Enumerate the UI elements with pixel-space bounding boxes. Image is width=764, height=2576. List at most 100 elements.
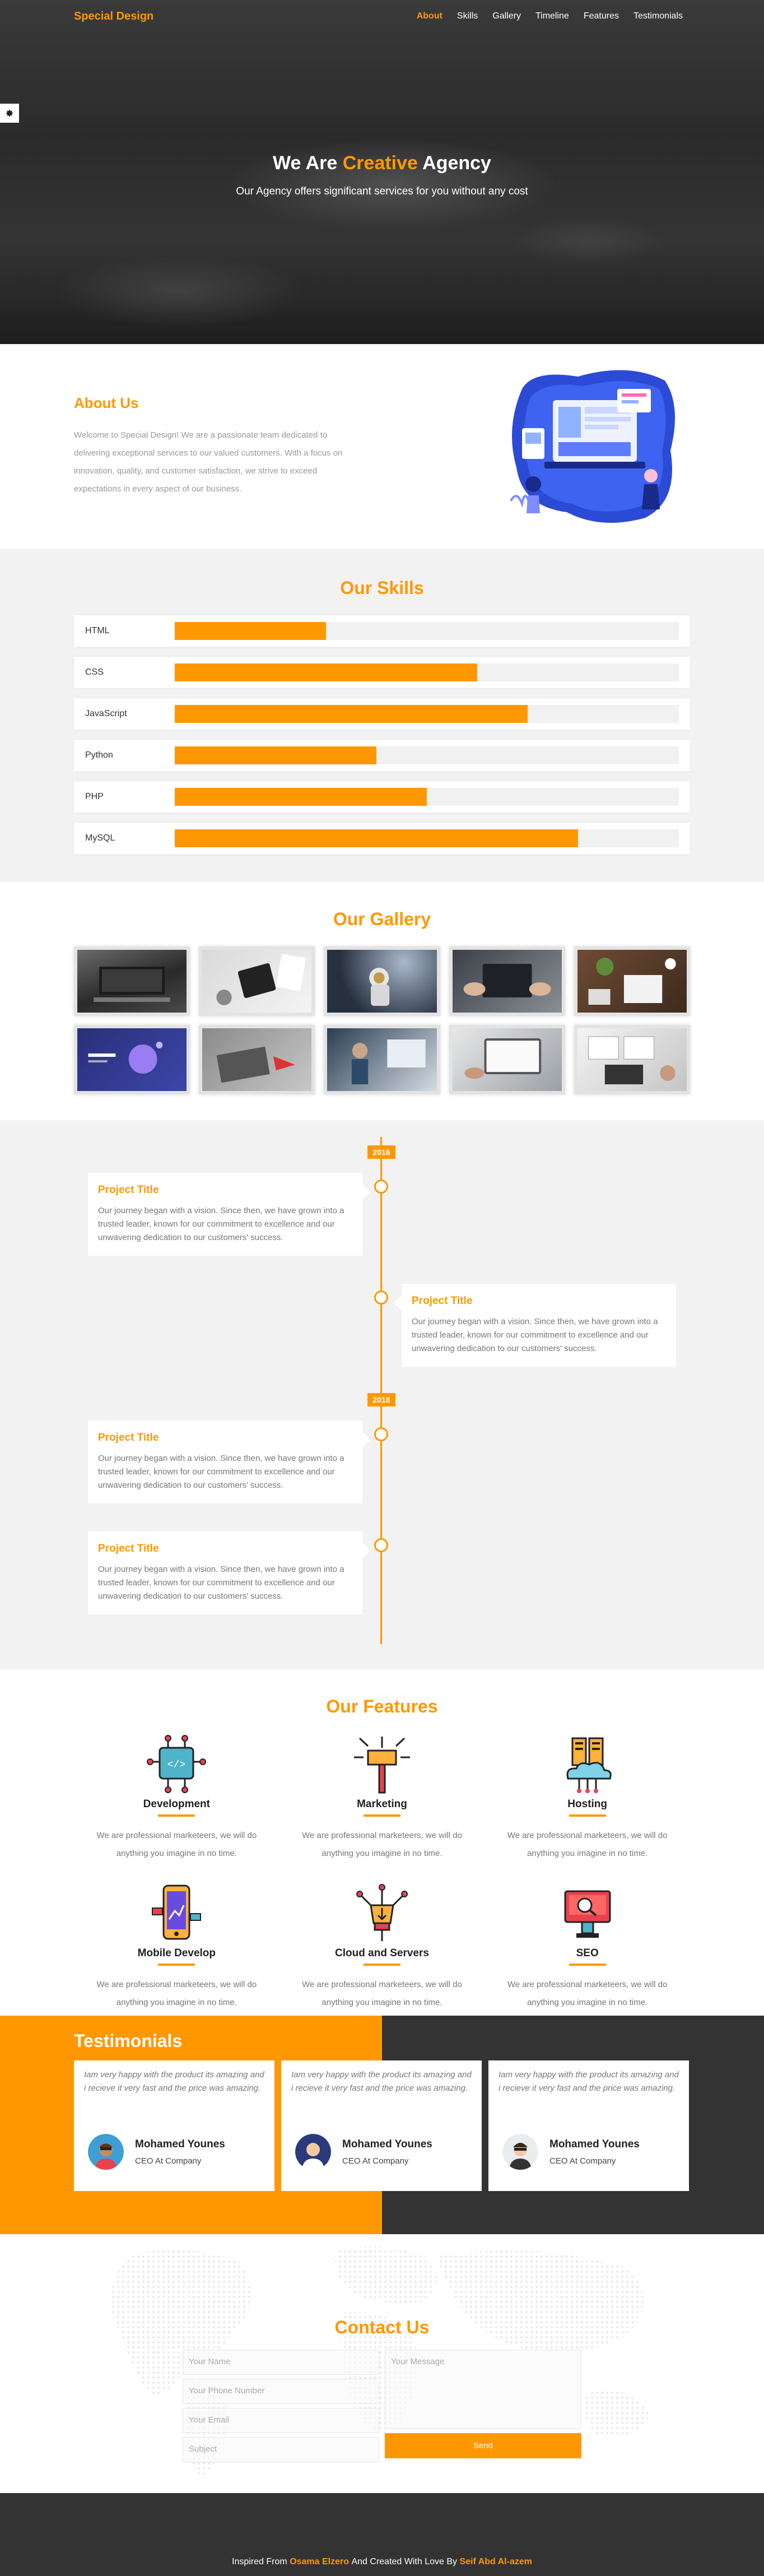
gallery-image[interactable]	[199, 946, 315, 1016]
timeline-card-text: Our journey began with a vision. Since t…	[98, 1565, 344, 1601]
feature-underline	[363, 1964, 400, 1966]
skill-name: CSS	[85, 667, 104, 677]
timeline-card: Project Title Our journey began with a v…	[394, 1284, 676, 1367]
nav-link-about[interactable]: About	[409, 11, 450, 21]
feature-text: We are professional marketeers, we will …	[302, 1831, 462, 1858]
development-icon: </>	[147, 1735, 207, 1793]
gallery-image[interactable]	[449, 946, 565, 1016]
testimonial-author: Mohamed Younes CEO At Company	[88, 2134, 225, 2170]
testimonial-card: Iam very happy with the product its amaz…	[74, 2060, 274, 2191]
testimonials-heading: Testimonials	[74, 2031, 183, 2051]
footer-credits: Inspired From Osama Elzero And Created W…	[0, 2493, 764, 2576]
features-heading: Our Features	[326, 1696, 438, 1716]
testimonials-row: Iam very happy with the product its amaz…	[74, 2060, 690, 2191]
gallery-image[interactable]	[574, 1025, 690, 1094]
gallery-image[interactable]	[574, 946, 690, 1016]
gallery-image[interactable]	[74, 1025, 190, 1094]
gallery-image[interactable]	[324, 1025, 440, 1094]
skill-progress	[175, 663, 477, 681]
footer-author-link-1[interactable]: Osama Elzero	[290, 2557, 349, 2567]
skill-row: PHP	[74, 781, 690, 813]
hero-title-highlight: Creative	[342, 152, 418, 174]
testimonial-card: Iam very happy with the product its amaz…	[488, 2060, 689, 2191]
features-section: Our Features </> Development We are prof…	[0, 1669, 764, 2016]
skill-row: CSS	[74, 657, 690, 688]
timeline-card-title: Project Title	[412, 1295, 473, 1307]
gear-icon	[6, 110, 13, 117]
timeline-card-title: Project Title	[98, 1543, 159, 1554]
feature-underline	[158, 1964, 195, 1966]
avatar	[502, 2134, 538, 2170]
nav-link-timeline[interactable]: Timeline	[528, 11, 576, 21]
timeline-dot	[374, 1291, 388, 1305]
testimonial-author: Mohamed Younes CEO At Company	[295, 2134, 432, 2170]
timeline-card: Project Title Our journey began with a v…	[88, 1421, 370, 1503]
gallery-heading: Our Gallery	[333, 909, 431, 929]
timeline-dot	[374, 1427, 388, 1441]
feature-underline	[569, 1964, 606, 1966]
hero-title: We Are Creative Agency	[0, 152, 764, 174]
skill-row: MySQL	[74, 823, 690, 854]
contact-form-left: Your Name Your Phone Number Your Email S…	[183, 2350, 379, 2466]
nav-link-skills[interactable]: Skills	[450, 11, 485, 21]
nav-link-gallery[interactable]: Gallery	[485, 11, 528, 21]
email-input[interactable]: Your Email	[183, 2408, 379, 2433]
testimonial-author: Mohamed Younes CEO At Company	[502, 2134, 640, 2170]
gallery-image[interactable]	[74, 946, 190, 1016]
hero-subtitle: Our Agency offers significant services f…	[236, 185, 528, 197]
timeline-card: Project Title Our journey began with a v…	[88, 1173, 370, 1256]
nav-link-features[interactable]: Features	[576, 11, 626, 21]
send-button[interactable]: Send	[385, 2433, 581, 2458]
timeline-card-title: Project Title	[98, 1432, 159, 1444]
name-input[interactable]: Your Name	[183, 2350, 379, 2375]
footer-text-pre: Inspired From	[232, 2557, 287, 2566]
phone-input[interactable]: Your Phone Number	[183, 2379, 379, 2404]
gallery-image[interactable]	[449, 1025, 565, 1094]
feature-text: We are professional marketeers, we will …	[96, 1980, 257, 2007]
hosting-icon	[566, 1737, 612, 1793]
feature-text: We are professional marketeers, we will …	[96, 1831, 257, 1858]
hero-title-post: Agency	[422, 152, 491, 174]
testimonial-name: Mohamed Younes	[135, 2138, 225, 2150]
footer-text-mid: And Created With Love By	[351, 2557, 458, 2566]
skill-name: Python	[85, 750, 113, 760]
testimonial-title: CEO At Company	[342, 2156, 409, 2166]
gallery-grid	[74, 946, 690, 1094]
message-textarea[interactable]: Your Message	[385, 2350, 581, 2429]
subject-input[interactable]: Subject	[183, 2437, 379, 2462]
feature-text: We are professional marketeers, we will …	[302, 1980, 462, 2007]
site-logo[interactable]: Special Design	[74, 10, 153, 23]
timeline-dot	[374, 1180, 388, 1194]
skill-progress	[175, 829, 578, 847]
skills-list: HTML CSS JavaScript Python PHP MySQL	[74, 615, 690, 854]
skill-name: HTML	[85, 626, 110, 635]
nav-link-testimonials[interactable]: Testimonials	[626, 11, 690, 21]
settings-toggle-button[interactable]	[0, 104, 19, 123]
feature-text: We are professional marketeers, we will …	[507, 1980, 668, 2007]
footer-author-link-2[interactable]: Seif Abd Al-azem	[459, 2557, 532, 2567]
hero-text: We Are Creative Agency Our Agency offers…	[0, 152, 764, 198]
avatar	[88, 2134, 124, 2170]
feature-title: Marketing	[357, 1798, 407, 1810]
timeline-card-text: Our journey began with a vision. Since t…	[98, 1454, 344, 1490]
gallery-image[interactable]	[324, 946, 440, 1016]
testimonial-title: CEO At Company	[549, 2156, 616, 2166]
feature-title: SEO	[576, 1947, 599, 1959]
skill-bar	[175, 622, 679, 640]
feature-underline	[569, 1814, 606, 1817]
feature-underline	[363, 1814, 400, 1817]
testimonial-name: Mohamed Younes	[342, 2138, 432, 2150]
contact-form: Your Name Your Phone Number Your Email S…	[183, 2350, 581, 2466]
skills-section: Our Skills HTML CSS JavaScript Python PH…	[0, 549, 764, 882]
testimonial-card: Iam very happy with the product its amaz…	[281, 2060, 482, 2191]
contact-form-right: Your Message Send	[385, 2350, 581, 2466]
feature-box: </> Development We are professional mark…	[74, 1734, 279, 1863]
footer: Inspired From Osama Elzero And Created W…	[0, 2493, 764, 2576]
testimonial-quote: Iam very happy with the product its amaz…	[291, 2070, 472, 2093]
skill-progress	[175, 705, 528, 723]
main-menu: About Skills Gallery Timeline Features T…	[409, 11, 690, 21]
hero-title-pre: We Are	[273, 152, 338, 174]
skill-progress	[175, 622, 326, 640]
gallery-image[interactable]	[199, 1025, 315, 1094]
skill-bar	[175, 788, 679, 806]
